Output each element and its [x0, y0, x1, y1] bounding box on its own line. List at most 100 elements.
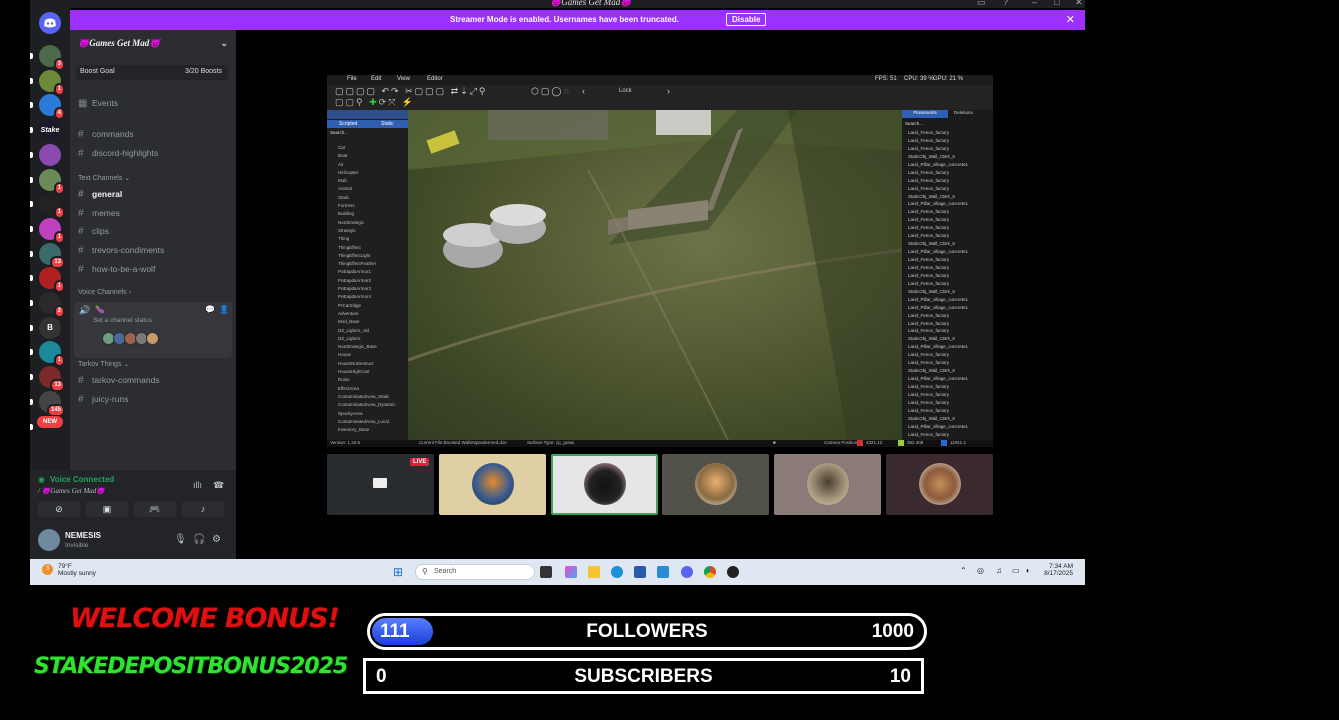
camera-off-button[interactable]: ⊘ — [38, 501, 80, 517]
window-maximize-button[interactable]: □ — [1054, 0, 1059, 7]
menu-edit[interactable]: Edit — [371, 76, 381, 82]
placed-object-item[interactable]: StaticObj_Wall_CBrk_5 — [902, 240, 993, 248]
placed-object-item[interactable]: Land_Fence_factory — [902, 359, 993, 367]
placed-object-item[interactable]: Land_Fence_factory — [902, 145, 993, 153]
tab-scripted[interactable]: Scripted — [339, 121, 357, 127]
channel-status-text[interactable]: Set a channel status — [93, 317, 152, 324]
weather-badge[interactable]: 3 — [42, 564, 53, 575]
object-type-item[interactable]: ThingEffect — [327, 244, 408, 252]
placed-object-item[interactable]: Land_Fence_factory — [902, 208, 993, 216]
placed-object-item[interactable]: Land_Fence_factory — [902, 216, 993, 224]
placed-object-item[interactable]: Land_Fence_factory — [902, 399, 993, 407]
placed-object-item[interactable]: StaticObj_Wall_CBrk_5 — [902, 367, 993, 375]
object-type-item[interactable]: EffectArea — [327, 385, 408, 393]
placed-object-item[interactable]: Land_Pillar_village_concrete1 — [902, 304, 993, 312]
lock-dropdown[interactable]: Lock — [619, 88, 632, 94]
chevron-right-icon[interactable]: › — [667, 86, 670, 96]
server-icon[interactable]: 4 — [39, 94, 65, 121]
object-type-item[interactable]: NonStrategic — [327, 219, 408, 227]
server-icon[interactable]: 2 — [39, 292, 65, 318]
placed-object-item[interactable]: Land_Pillar_village_concrete1 — [902, 375, 993, 383]
3d-viewport[interactable] — [408, 110, 902, 440]
server-icon[interactable]: 145 — [39, 390, 65, 417]
placed-object-item[interactable]: Land_Fence_factory — [902, 185, 993, 193]
server-icon[interactable]: 13 — [39, 242, 65, 269]
store-icon[interactable] — [634, 566, 646, 578]
discord-home-icon[interactable] — [39, 12, 61, 34]
mail-icon[interactable] — [657, 566, 669, 578]
voice-channel-active[interactable]: 🔊 🍆 💬 👤 Set a channel status — [74, 302, 232, 358]
server-icon[interactable]: 1 — [39, 168, 65, 195]
toolbar-icons-row2[interactable]: ▢▢⚲ ✚⟳⤧ ⚡ — [335, 97, 415, 108]
placed-object-item[interactable]: StaticObj_Wall_CBrk_5 — [902, 288, 993, 296]
placed-object-item[interactable]: Land_Fence_factory — [902, 327, 993, 335]
placed-object-item[interactable]: Land_Fence_factory — [902, 169, 993, 177]
webcam-tile[interactable] — [886, 454, 993, 515]
chevron-left-icon[interactable]: ‹ — [582, 86, 585, 96]
obs-icon[interactable] — [727, 566, 739, 578]
placed-object-item[interactable]: Land_Fence_factory — [902, 224, 993, 232]
server-icon[interactable]: B — [39, 316, 61, 339]
object-type-item[interactable]: Ruins — [327, 376, 408, 384]
activity-button[interactable]: 🎮 — [134, 501, 176, 517]
headphones-icon[interactable]: 🎧 — [193, 534, 205, 545]
server-icon[interactable]: 1 — [39, 193, 65, 220]
channel-juicy-runs[interactable]: # juicy-runs — [78, 391, 230, 407]
add-user-icon[interactable]: 👤 — [219, 305, 229, 314]
toolbar-icons[interactable]: ▢▢▢▢ ↶↷ ✂▢▢▢ ⇄⇣⤢⚲ — [335, 86, 488, 97]
tab-static[interactable]: Static — [381, 121, 394, 127]
placed-object-item[interactable]: Land_Fence_factory — [902, 232, 993, 240]
microphone-icon[interactable]: 🎙 — [174, 534, 187, 545]
channel-general[interactable]: # general — [78, 186, 230, 202]
placed-object-item[interactable]: Land_Fence_factory — [902, 383, 993, 391]
placed-object-item[interactable]: StaticObj_Wall_CBrk_5 — [902, 193, 993, 201]
task-view-icon[interactable] — [540, 566, 552, 578]
object-type-item[interactable]: Fortress — [327, 202, 408, 210]
server-icon[interactable]: 1 — [39, 267, 65, 294]
channel-discord-highlights[interactable]: # discord-highlights — [78, 145, 230, 161]
soundboard-button[interactable]: ♪ — [182, 501, 224, 517]
taskbar-search[interactable]: ⚲ Search — [415, 564, 535, 580]
object-type-item[interactable]: Strategic — [327, 227, 408, 235]
object-type-item[interactable]: PoEapdsArmor4 — [327, 293, 408, 301]
channel-how-to-be-a-wolf[interactable]: # how-to-be-a-wolf — [78, 261, 230, 277]
voice-location[interactable]: / 😈Games Get Mad😈 — [38, 487, 105, 495]
tarkov-things-category[interactable]: Tarkov Things ⌄ — [78, 360, 129, 368]
object-type-item[interactable]: Boat — [327, 152, 408, 160]
object-type-item[interactable]: ContaminatedArea_Local — [327, 418, 408, 426]
object-type-item[interactable]: NonStrategic_Base — [327, 343, 408, 351]
object-type-item[interactable]: Air — [327, 161, 408, 169]
minimize-icon[interactable]: ▭ — [977, 0, 986, 8]
object-type-item[interactable]: ThingEffectLight — [327, 252, 408, 260]
placement-search-input[interactable]: Search... — [905, 121, 923, 126]
object-type-item[interactable]: DZ_LightAI — [327, 335, 408, 343]
voice-user-avatar[interactable] — [146, 332, 159, 345]
server-icon[interactable]: 1 — [39, 341, 65, 368]
webcam-tile[interactable] — [662, 454, 769, 515]
shape-tool-icons[interactable]: ⬡▢◯◌ — [531, 86, 571, 97]
server-name-header[interactable]: 😈Games Get Mad😈 ⌄ — [78, 38, 228, 49]
boost-goal-bar[interactable]: Boost Goal 3/20 Boosts — [76, 65, 228, 80]
avatar[interactable] — [38, 529, 60, 551]
placed-object-item[interactable]: Land_Fence_factory — [902, 177, 993, 185]
tab-deletions[interactable]: Deletions — [954, 110, 973, 115]
webcam-tile[interactable] — [774, 454, 881, 515]
placed-object-item[interactable]: Land_Pillar_village_concrete1 — [902, 423, 993, 431]
object-type-item[interactable]: SpookyArea — [327, 410, 408, 418]
events-item[interactable]: ▦ Events — [78, 95, 230, 111]
placed-object-item[interactable]: Land_Fence_factory — [902, 129, 993, 137]
webcam-tile-speaking[interactable] — [551, 454, 658, 515]
discord-taskbar-icon[interactable] — [681, 566, 693, 578]
disable-streamer-mode-button[interactable]: Disable — [726, 13, 767, 26]
object-type-item[interactable]: PrCartridge — [327, 302, 408, 310]
placed-object-item[interactable]: Land_Fence_factory — [902, 264, 993, 272]
gear-icon[interactable]: ⚙ — [212, 534, 221, 545]
noise-suppression-icon[interactable]: ıllı — [193, 480, 202, 490]
edge-icon[interactable] — [611, 566, 623, 578]
object-type-item[interactable]: Car — [327, 144, 408, 152]
placed-object-item[interactable]: StaticObj_Wall_CBrk_5 — [902, 153, 993, 161]
object-search-input[interactable]: Search... — [330, 130, 348, 135]
network-icon[interactable]: ◎ — [977, 566, 984, 575]
favorites-filter[interactable] — [327, 110, 408, 119]
menu-file[interactable]: File — [347, 76, 357, 82]
